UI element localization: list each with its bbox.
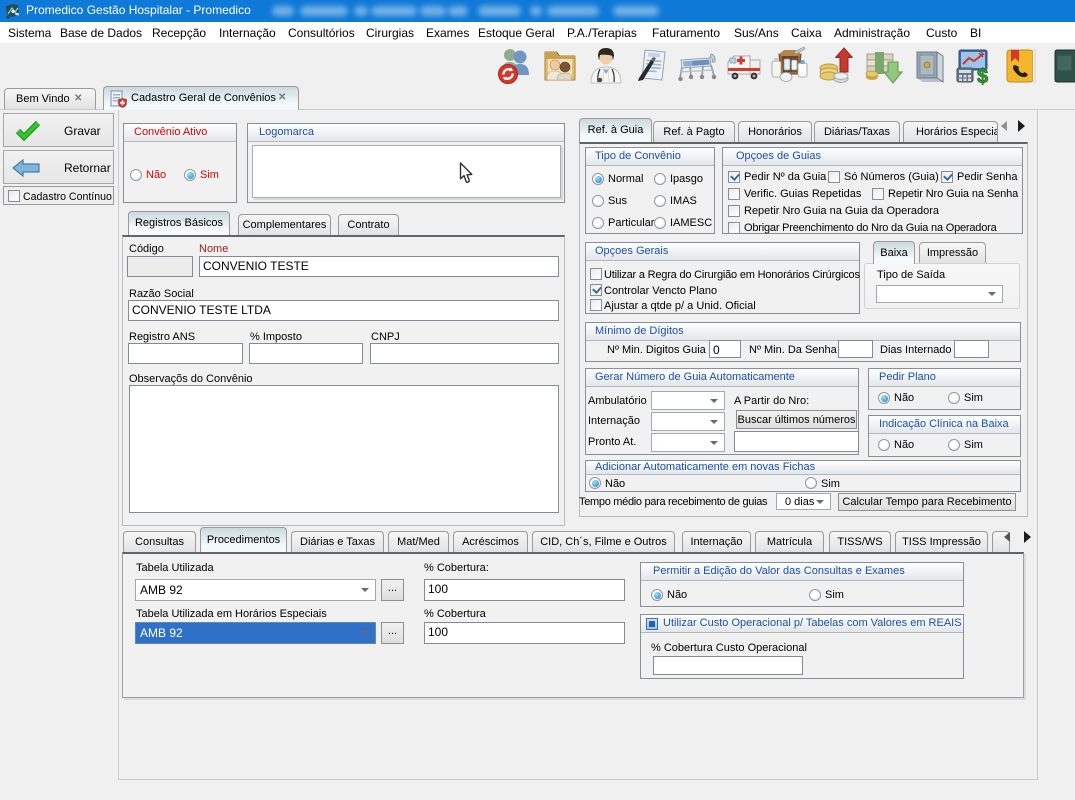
svg-text:$: $ [977, 66, 988, 86]
